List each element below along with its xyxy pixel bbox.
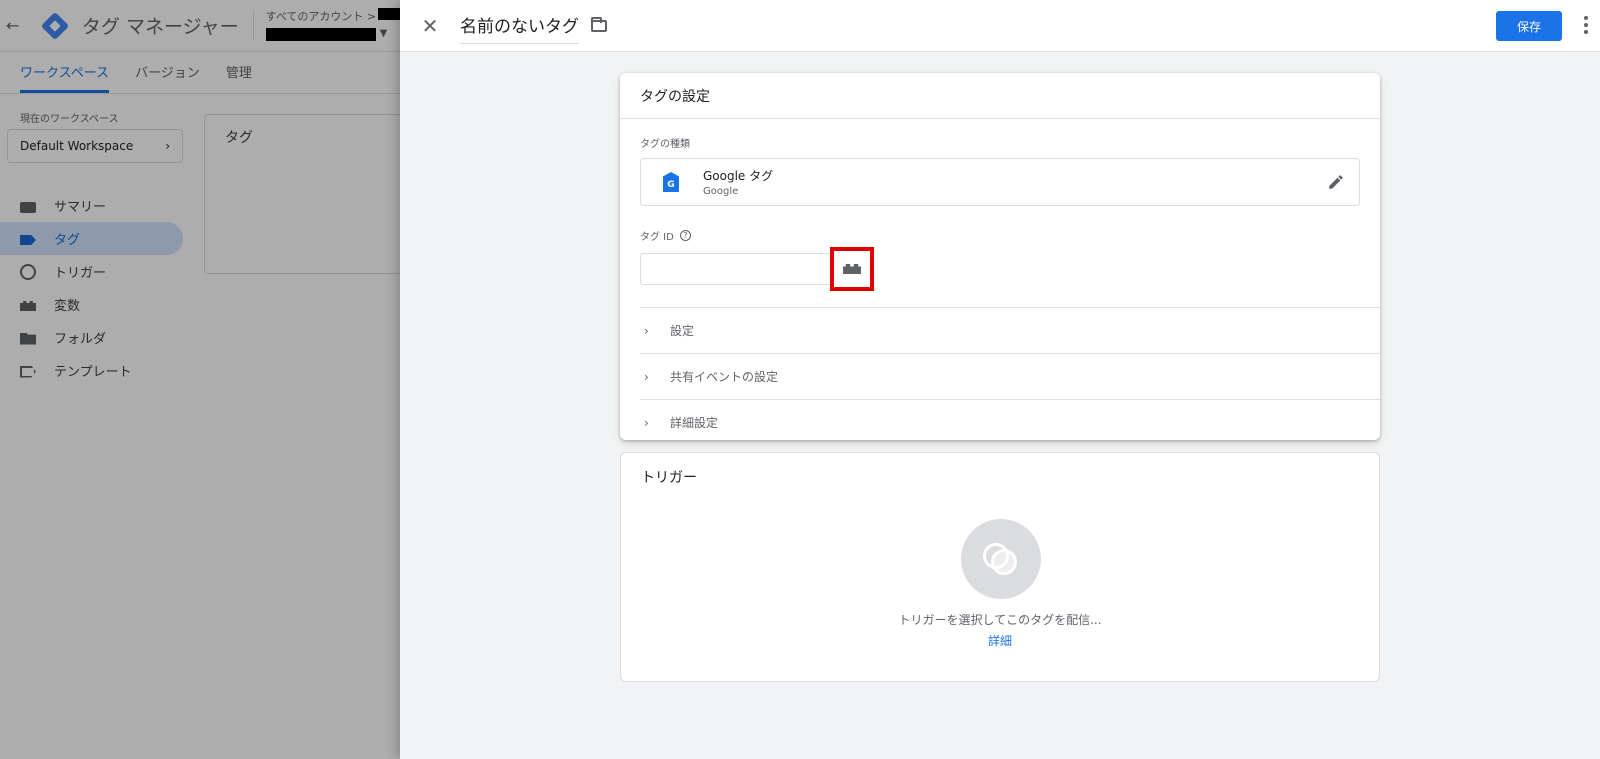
- section-shared-event-settings[interactable]: › 共有イベントの設定: [640, 353, 1380, 399]
- tag-id-input[interactable]: [640, 253, 830, 285]
- editor-header: ✕ 名前のないタグ 保存: [400, 0, 1600, 52]
- trigger-placeholder-icon[interactable]: [961, 519, 1041, 599]
- tag-name-input[interactable]: 名前のないタグ: [460, 8, 579, 44]
- folder-icon[interactable]: [591, 16, 607, 32]
- section-label: 設定: [670, 324, 695, 338]
- tag-id-label-row: タグ ID ?: [640, 228, 1380, 243]
- trigger-hint: トリガーを選択してこのタグを配信...: [898, 613, 1102, 627]
- tag-editor-panel: ✕ 名前のないタグ 保存 タグの設定 タグの種類 G Google タグ Goo…: [400, 0, 1600, 759]
- trigger-card-title: トリガー: [641, 470, 697, 486]
- tag-type-label: タグの種類: [640, 139, 690, 150]
- help-icon[interactable]: ?: [679, 230, 691, 241]
- modal-scrim[interactable]: [0, 0, 400, 759]
- insert-variable-button[interactable]: [830, 247, 874, 291]
- pencil-icon[interactable]: [1327, 173, 1345, 191]
- tag-config-title: タグの設定: [620, 73, 1380, 119]
- trigger-learn-more-link[interactable]: 詳細: [621, 632, 1379, 649]
- close-icon[interactable]: ✕: [410, 6, 450, 46]
- chevron-right-icon: ›: [644, 369, 649, 384]
- tag-config-card: タグの設定 タグの種類 G Google タグ Google タグ ID ? ›…: [620, 73, 1380, 440]
- collapsible-sections: › 設定 › 共有イベントの設定 › 詳細設定: [620, 307, 1380, 445]
- google-tag-icon: G: [663, 172, 679, 192]
- chevron-right-icon: ›: [644, 323, 649, 338]
- chevron-right-icon: ›: [644, 415, 649, 430]
- tag-type-vendor: Google: [703, 186, 739, 197]
- tag-id-label: タグ ID: [640, 232, 674, 243]
- section-label: 共有イベントの設定: [670, 370, 779, 384]
- section-settings[interactable]: › 設定: [640, 307, 1380, 353]
- tag-type-name: Google タグ: [703, 169, 774, 183]
- more-vert-icon[interactable]: [1584, 16, 1588, 34]
- tag-id-row: [640, 247, 1380, 291]
- section-label: 詳細設定: [670, 416, 719, 430]
- tag-type-text: Google タグ Google: [703, 167, 773, 197]
- save-button[interactable]: 保存: [1496, 11, 1562, 41]
- variable-icon: [843, 264, 861, 274]
- section-advanced-settings[interactable]: › 詳細設定: [640, 399, 1380, 445]
- trigger-card[interactable]: トリガー トリガーを選択してこのタグを配信... 詳細: [620, 452, 1380, 682]
- tag-type-selector[interactable]: G Google タグ Google: [640, 158, 1360, 206]
